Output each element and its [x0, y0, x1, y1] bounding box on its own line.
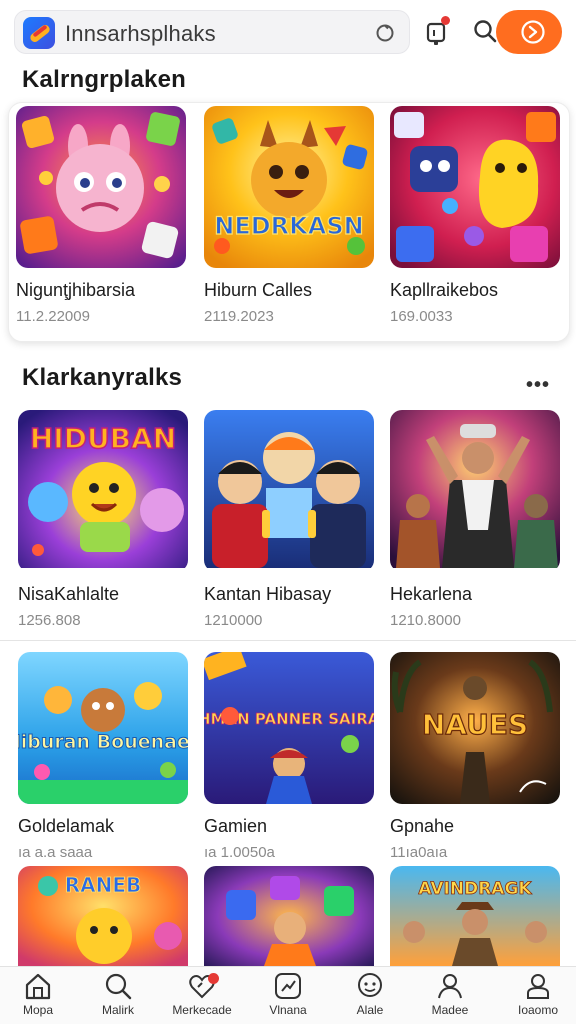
nav-label: Ioaomo [517, 1003, 559, 1017]
nav-label: Merkecade [172, 1003, 232, 1017]
game-title: Goldelamak [18, 816, 115, 836]
nav-item-account[interactable]: Madee [410, 971, 490, 1017]
game-meta: ıa a.a saaa [18, 844, 93, 861]
arrow-right-circle-icon [521, 20, 545, 44]
app-logo-icon[interactable] [23, 17, 55, 49]
home-icon [25, 973, 51, 1000]
game-card[interactable]: Kapllraikebos 169.0033 [390, 106, 560, 325]
game-card[interactable]: RANEB [18, 866, 188, 966]
game-icon [275, 973, 301, 999]
game-meta: ıa 1.0050a [204, 844, 275, 861]
game-thumbnail[interactable]: NAUES [390, 652, 560, 804]
game-card[interactable]: NEDRKASN Hiburn Calles 2119.2023 [204, 106, 374, 325]
thumbnail-title-text: NAUES [422, 708, 528, 741]
game-title: Kantan Hibasay [204, 584, 332, 604]
thumbnail-title-text: NEDRKASN [214, 212, 363, 240]
game-thumbnail[interactable] [16, 106, 186, 268]
game-title: NisaKahlalte [18, 584, 120, 604]
game-thumbnail[interactable] [204, 866, 374, 966]
section-title: Kalrngrplaken [22, 66, 186, 93]
game-title: Gamien [204, 816, 268, 836]
section-title: Klarkanyralks [22, 364, 183, 391]
nav-label: Mopa [22, 1003, 54, 1017]
game-title: Gpnahe [390, 816, 455, 836]
game-card[interactable]: Hekarlena 1210.8000 [390, 410, 560, 629]
nav-item-chat[interactable]: Alale [330, 971, 410, 1017]
thumbnail-title-text: HIDUBAN [30, 422, 176, 455]
game-card[interactable]: NAUES Gpnahe 11ıa0aıa [390, 652, 560, 861]
game-meta: 1210000 [204, 612, 263, 629]
top-bar: Innsarhsplhaks [0, 0, 576, 64]
game-thumbnail[interactable] [390, 410, 560, 572]
game-title: Kapllraikebos [390, 280, 499, 300]
search-bar[interactable]: Innsarhsplhaks [14, 10, 410, 54]
game-card[interactable] [204, 866, 374, 966]
chat-face-icon [358, 973, 382, 997]
nav-label: Alale [356, 1003, 384, 1017]
notification-badge [441, 16, 450, 25]
bottom-navigation: Mopa Malirk Merkecade Vlnana Alale Madee… [0, 966, 576, 1024]
more-options-button[interactable]: ••• [526, 374, 550, 397]
game-thumbnail[interactable] [204, 410, 374, 572]
game-thumbnail[interactable]: HIDUBAN [18, 410, 188, 572]
game-title: Hiburn Calles [204, 280, 313, 300]
game-meta: 2119.2023 [204, 308, 274, 325]
thumbnail-title-text: Hiburan Bouenaes [18, 731, 188, 753]
game-card[interactable]: Kantan Hibasay 1210000 [204, 410, 374, 629]
game-thumbnail[interactable]: NLSHMAN PANNER SAIRANES [204, 652, 374, 804]
section-divider [0, 640, 576, 641]
game-card[interactable]: Nigunţjhibarsia 11.2.22009 [16, 106, 186, 325]
nav-item-favorites[interactable]: Merkecade [162, 971, 242, 1017]
nav-item-profile[interactable]: Ioaomo [498, 971, 576, 1017]
game-meta: 1256.808 [18, 612, 81, 629]
nav-label: Malirk [102, 1003, 134, 1017]
game-thumbnail[interactable]: RANEB [18, 866, 188, 966]
game-card[interactable]: Hiburan Bouenaes Goldelamak ıa a.a saaa [18, 652, 188, 861]
game-meta: 11.2.22009 [16, 308, 90, 325]
thumbnail-title-text: AVINDRAGK [418, 879, 532, 899]
game-thumbnail[interactable]: AVINDRAGK [390, 866, 560, 966]
game-title: Hekarlena [390, 584, 473, 604]
nav-label: Madee [431, 1003, 469, 1017]
person-icon [438, 974, 462, 999]
nav-item-games[interactable]: Vlnana [248, 971, 328, 1017]
thumbnail-title-text: RANEB [65, 873, 142, 897]
game-thumbnail[interactable] [390, 106, 560, 268]
game-card[interactable]: AVINDRAGK [390, 866, 560, 966]
search-circle-icon[interactable] [375, 23, 395, 43]
search-icon[interactable] [472, 18, 498, 44]
game-card[interactable]: HIDUBAN NisaKahlalte 1256.808 [18, 410, 188, 629]
nav-badge [208, 973, 219, 984]
game-meta: 11ıa0aıa [390, 844, 448, 861]
profile-icon [527, 974, 549, 999]
game-meta: 169.0033 [390, 308, 453, 325]
game-meta: 1210.8000 [390, 612, 461, 629]
search-icon [105, 973, 132, 1000]
search-input[interactable]: Innsarhsplhaks [65, 21, 216, 47]
nav-item-search[interactable]: Malirk [78, 971, 158, 1017]
game-title: Nigunţjhibarsia [16, 280, 136, 300]
go-button[interactable] [496, 10, 562, 54]
game-card[interactable]: NLSHMAN PANNER SAIRANES Gamien ıa 1.0050… [204, 652, 374, 861]
game-thumbnail[interactable]: NEDRKASN [204, 106, 374, 268]
nav-label: Vlnana [269, 1003, 307, 1017]
game-thumbnail[interactable]: Hiburan Bouenaes [18, 652, 188, 804]
nav-item-home[interactable]: Mopa [0, 971, 78, 1017]
